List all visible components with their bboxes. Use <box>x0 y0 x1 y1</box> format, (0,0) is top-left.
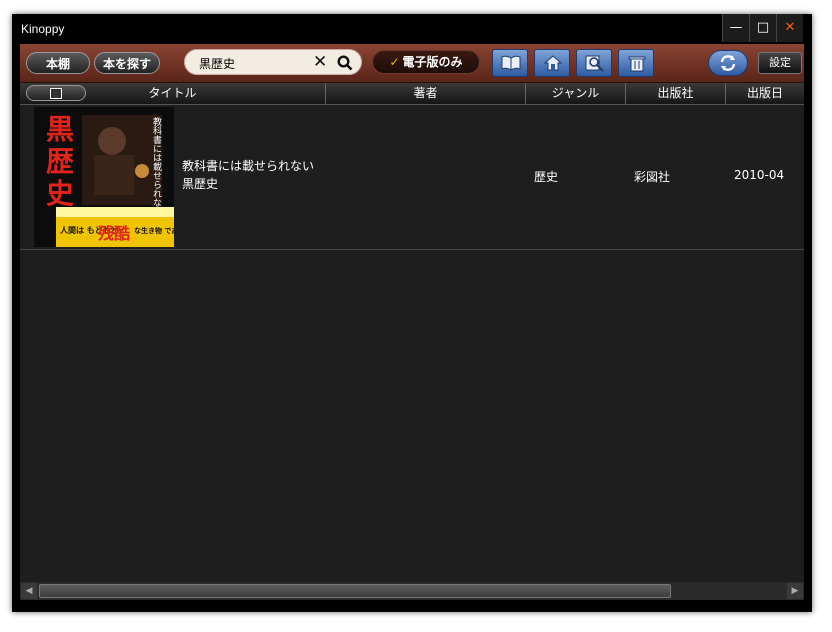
magnifier-book-icon <box>585 55 604 72</box>
column-author[interactable]: 著者 <box>326 83 526 104</box>
close-icon: ✕ <box>784 20 796 35</box>
sync-button[interactable] <box>708 50 748 76</box>
find-books-button[interactable]: 本を探す <box>94 52 160 74</box>
scroll-left-button[interactable]: ◀ <box>21 583 37 599</box>
cover-emphasis: 残酷 <box>98 224 130 243</box>
book-date: 2010-04 <box>734 168 785 182</box>
cover-char-2: 歴 <box>46 145 74 178</box>
column-publisher[interactable]: 出版社 <box>626 83 726 104</box>
title-bar: Kinoppy — □ ✕ <box>12 14 812 44</box>
ebook-only-label: 電子版のみ <box>402 55 463 69</box>
maximize-icon: □ <box>756 20 770 35</box>
view-toggle-button[interactable] <box>26 85 86 101</box>
cover-subtitle: 教科書には載せられない <box>151 116 162 216</box>
maximize-button[interactable]: □ <box>749 14 776 42</box>
view-mode-icon <box>50 88 62 99</box>
book-cover[interactable]: 黒 歴 史 教科書には載せられない 人間は もともと 残酷 な生き物 である <box>34 107 185 247</box>
bookshelf-button[interactable]: 本棚 <box>26 52 90 74</box>
arrow-left-icon: ◀ <box>25 586 33 596</box>
clear-search-icon[interactable]: ✕ <box>313 52 327 72</box>
book-title-line1: 教科書には載せられない <box>182 159 315 173</box>
minimize-button[interactable]: — <box>722 14 749 42</box>
book-publisher: 彩図社 <box>634 170 671 184</box>
table-header: タイトル 著者 ジャンル 出版社 出版日 <box>20 83 804 105</box>
home-icon <box>543 55 563 71</box>
cover-char-3: 史 <box>46 177 74 210</box>
toolbar: 本棚 本を探す ✕ ✓電子版のみ 設定 <box>20 44 804 83</box>
arrow-right-icon: ▶ <box>791 586 799 596</box>
sync-icon <box>720 55 736 71</box>
column-date[interactable]: 出版日 <box>726 83 804 104</box>
settings-button[interactable]: 設定 <box>758 52 802 74</box>
book-title: 教科書には載せられない 黒歴史 <box>182 157 332 193</box>
close-button[interactable]: ✕ <box>776 14 803 42</box>
open-book-icon <box>501 55 521 71</box>
cover-char-1: 黒 <box>46 113 74 146</box>
search-input[interactable] <box>197 53 311 73</box>
trash-button[interactable] <box>618 49 654 77</box>
open-book-button[interactable] <box>492 49 528 77</box>
scroll-thumb[interactable] <box>39 584 671 598</box>
book-genre: 歴史 <box>534 170 559 184</box>
search-book-button[interactable] <box>576 49 612 77</box>
search-icon[interactable] <box>337 55 353 75</box>
trash-icon <box>628 56 646 72</box>
home-button[interactable] <box>534 49 570 77</box>
window-title: Kinoppy <box>21 22 65 36</box>
scroll-right-button[interactable]: ▶ <box>787 583 803 599</box>
cover-bottom-right: な生き物 である <box>134 226 174 235</box>
minimize-icon: — <box>729 20 743 35</box>
ebook-only-toggle[interactable]: ✓ 電子版のみ <box>372 50 480 74</box>
check-icon: ✓ <box>389 55 400 69</box>
search-box: ✕ <box>184 49 362 75</box>
table-row[interactable]: 黒 歴 史 教科書には載せられない 人間は もともと 残酷 な生き物 である 教… <box>20 105 804 250</box>
horizontal-scrollbar[interactable]: ◀ ▶ <box>20 582 804 600</box>
app-window: Kinoppy — □ ✕ 本棚 本を探す ✕ ✓電子版のみ <box>12 14 812 612</box>
book-title-line2: 黒歴史 <box>182 177 219 191</box>
book-list: タイトル 著者 ジャンル 出版社 出版日 黒 歴 史 教科書には載せられない 人… <box>20 83 804 582</box>
column-genre[interactable]: ジャンル <box>526 83 626 104</box>
